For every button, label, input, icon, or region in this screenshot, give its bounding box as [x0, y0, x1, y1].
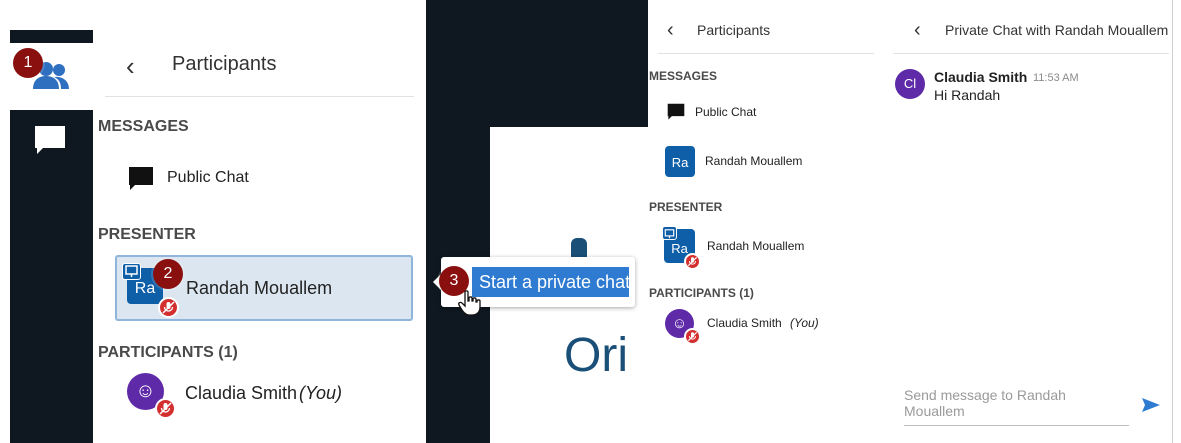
public-chat-label: Public Chat	[695, 105, 757, 119]
messages-heading: MESSAGES	[98, 118, 189, 135]
hand-pointer-icon	[458, 290, 481, 316]
chat-message: Cl Claudia Smith 11:53 AM Hi Randah	[893, 66, 1163, 116]
slide-text: Ori	[564, 329, 628, 382]
mic-muted-icon	[158, 297, 179, 318]
step-badge-1: 1	[13, 48, 43, 78]
presenter-name: Randah Mouallem	[707, 239, 805, 253]
presenter-name: Randah Mouallem	[186, 278, 333, 298]
presentation-area: Ori	[426, 0, 648, 443]
participants-heading: PARTICIPANTS (1)	[649, 286, 754, 300]
header-divider	[658, 53, 874, 54]
participant-you-tag: (You)	[790, 316, 819, 330]
back-chevron-icon[interactable]: ‹	[667, 19, 674, 42]
presenter-heading: PRESENTER	[98, 226, 196, 243]
panel-title: Participants	[697, 22, 771, 38]
mic-muted-icon	[684, 328, 701, 345]
header-divider	[893, 53, 1169, 54]
messages-heading: MESSAGES	[649, 69, 718, 83]
slide-glyph	[571, 238, 587, 258]
message-time: 11:53 AM	[1033, 72, 1079, 84]
participants-panel-2: ‹ Participants MESSAGES Public Chat Ra R…	[648, 0, 883, 443]
presentation-icon	[122, 263, 141, 280]
participant-item[interactable]: ☺ Claudia Smith (You)	[662, 306, 872, 345]
message-sender: Claudia Smith	[934, 69, 1028, 85]
chat-bubble-icon	[667, 103, 685, 120]
rail-top-strip	[10, 0, 93, 30]
right-border	[1172, 0, 1173, 443]
public-chat-item[interactable]: Public Chat	[662, 98, 842, 126]
participant-name: Claudia Smith	[707, 316, 782, 330]
private-chat-item[interactable]: Ra Randah Mouallem	[662, 143, 862, 179]
private-chat-avatar: Ra	[665, 146, 695, 177]
chat-icon[interactable]	[33, 123, 67, 157]
back-chevron-icon[interactable]: ‹	[914, 19, 921, 42]
message-input[interactable]: Send message to Randah Mouallem	[904, 387, 1104, 419]
presenter-item[interactable]: Ra Randah Mouallem	[662, 226, 862, 270]
mic-muted-icon	[684, 253, 701, 270]
chat-title: Private Chat with Randah Mouallem	[945, 22, 1169, 38]
input-underline	[904, 425, 1129, 426]
message-text: Hi Randah	[934, 87, 1001, 103]
chat-bubble-icon	[129, 167, 153, 190]
participant-item[interactable]: ☺ Claudia Smith (You)	[118, 370, 408, 420]
send-icon[interactable]	[1141, 395, 1161, 415]
panel-title: Participants	[172, 53, 277, 75]
participant-you-tag: (You)	[299, 383, 343, 403]
mic-muted-icon	[155, 398, 176, 419]
start-private-chat-button[interactable]: Start a private chat	[472, 267, 630, 297]
header-divider	[105, 96, 414, 97]
private-chat-name: Randah Mouallem	[705, 154, 803, 168]
public-chat-label: Public Chat	[167, 169, 249, 186]
presentation-icon	[662, 226, 677, 240]
presenter-heading: PRESENTER	[649, 200, 723, 214]
message-avatar: Cl	[895, 69, 925, 99]
private-chat-panel: ‹ Private Chat with Randah Mouallem Cl C…	[883, 0, 1181, 443]
step-badge-2: 2	[153, 259, 183, 289]
participant-name: Claudia Smith	[185, 383, 298, 403]
participants-heading: PARTICIPANTS (1)	[98, 344, 238, 361]
back-chevron-icon[interactable]: ‹	[126, 51, 135, 82]
public-chat-item[interactable]: Public Chat	[123, 160, 323, 194]
